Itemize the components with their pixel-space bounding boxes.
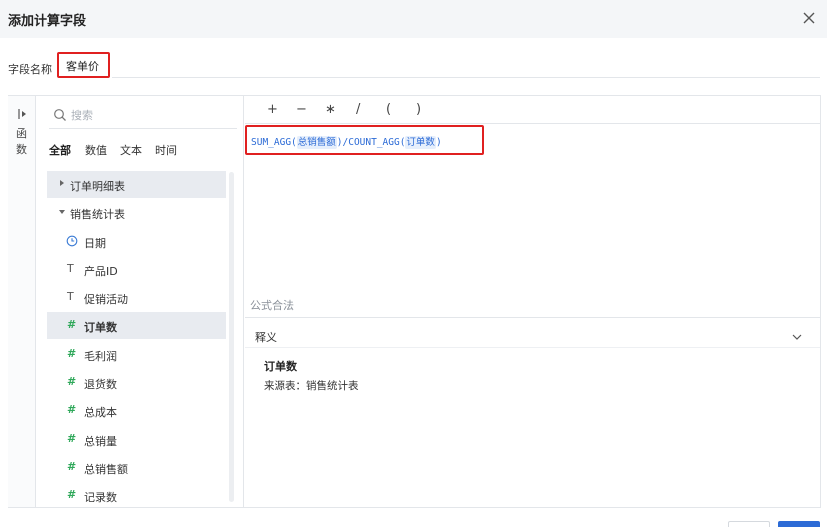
field-name-input[interactable]: 客单价 — [57, 52, 110, 78]
formula-field-token[interactable]: 订单数 — [405, 136, 436, 149]
formula-function-sum-agg: SUM_AGG( — [251, 137, 297, 148]
tab-time[interactable]: 时间 — [155, 142, 177, 158]
field-label: 总销售额 — [84, 463, 128, 476]
number-type-icon: # — [67, 460, 77, 473]
search-input[interactable] — [71, 106, 231, 124]
field-label: 退货数 — [84, 378, 117, 391]
table-item-sales-stats[interactable]: 销售统计表 — [47, 199, 226, 226]
formula-editor[interactable] — [245, 156, 820, 291]
caret-right-icon — [60, 180, 64, 186]
plus-operator-button[interactable]: + — [267, 102, 278, 117]
field-item-total-volume[interactable]: # 总销量 — [47, 426, 226, 453]
close-icon[interactable] — [799, 8, 819, 28]
number-type-icon: # — [67, 432, 77, 445]
formula-field-token[interactable]: 总销售额 — [296, 136, 337, 149]
tab-text[interactable]: 文本 — [120, 142, 142, 158]
field-item-gross-profit[interactable]: # 毛利润 — [47, 341, 226, 368]
caret-down-icon — [59, 210, 65, 214]
text-type-icon: T — [67, 290, 74, 303]
tab-all[interactable]: 全部 — [49, 142, 71, 158]
field-label: 产品ID — [84, 265, 118, 278]
functions-tab-label[interactable]: 函数 — [16, 126, 28, 158]
field-search-box[interactable] — [49, 103, 237, 129]
cancel-button[interactable] — [728, 521, 770, 527]
operators-toolbar: + − ∗ / ( ) — [245, 97, 820, 124]
table-label: 销售统计表 — [70, 208, 125, 221]
field-label: 总销量 — [84, 435, 117, 448]
multiply-operator-button[interactable]: ∗ — [325, 102, 336, 117]
dialog-title-bar — [0, 0, 827, 38]
field-item-returns[interactable]: # 退货数 — [47, 369, 226, 396]
definition-header: 释义 — [255, 331, 277, 344]
definition-divider — [245, 347, 820, 348]
expand-panel-icon[interactable] — [17, 105, 29, 119]
record-count-icon: # — [67, 488, 77, 501]
field-item-product-id[interactable]: T 产品ID — [47, 256, 226, 283]
clock-icon — [66, 235, 78, 250]
field-item-total-sales[interactable]: # 总销售额 — [47, 454, 226, 481]
text-type-icon: T — [67, 262, 74, 275]
field-label: 促销活动 — [84, 293, 128, 306]
field-label: 订单数 — [84, 321, 117, 334]
field-label: 总成本 — [84, 406, 117, 419]
field-item-order-count[interactable]: # 订单数 — [47, 312, 226, 339]
field-name-underline — [112, 77, 820, 78]
formula-close-paren: ) — [435, 137, 442, 148]
divide-operator-button[interactable]: / — [356, 102, 360, 117]
field-item-total-cost[interactable]: # 总成本 — [47, 397, 226, 424]
field-name-label: 字段名称 — [8, 63, 52, 76]
open-paren-button[interactable]: ( — [386, 102, 391, 117]
search-icon — [53, 107, 67, 121]
dialog-title: 添加计算字段 — [8, 14, 87, 29]
definition-source: 来源表：销售统计表 — [264, 380, 359, 392]
number-type-icon: # — [67, 347, 77, 360]
tab-number[interactable]: 数值 — [85, 142, 107, 158]
chevron-down-icon[interactable] — [791, 328, 803, 340]
minus-operator-button[interactable]: − — [296, 102, 307, 117]
field-item-date[interactable]: 日期 — [47, 228, 226, 255]
table-label: 订单明细表 — [70, 180, 125, 193]
close-paren-button[interactable]: ) — [416, 102, 421, 117]
number-type-icon: # — [67, 318, 77, 331]
functions-sidebar[interactable]: 函数 — [8, 96, 36, 507]
field-item-record-count[interactable]: # 记录数 — [47, 482, 226, 506]
definition-panel — [245, 317, 820, 507]
definition-field-name: 订单数 — [264, 360, 297, 373]
number-type-icon: # — [67, 375, 77, 388]
table-item-order-detail[interactable]: 订单明细表 — [47, 171, 226, 198]
formula-function-count-agg: )/COUNT_AGG( — [336, 137, 406, 148]
confirm-button[interactable] — [778, 521, 820, 527]
field-list-scrollbar[interactable] — [229, 172, 234, 502]
field-label: 毛利润 — [84, 350, 117, 363]
number-type-icon: # — [67, 403, 77, 416]
field-label: 记录数 — [84, 491, 117, 504]
formula-expression[interactable]: SUM_AGG(总销售额)/COUNT_AGG(订单数) — [245, 125, 484, 155]
field-item-promotion[interactable]: T 促销活动 — [47, 284, 226, 311]
syntax-status: 公式合法 — [250, 299, 294, 312]
field-label: 日期 — [84, 237, 106, 250]
